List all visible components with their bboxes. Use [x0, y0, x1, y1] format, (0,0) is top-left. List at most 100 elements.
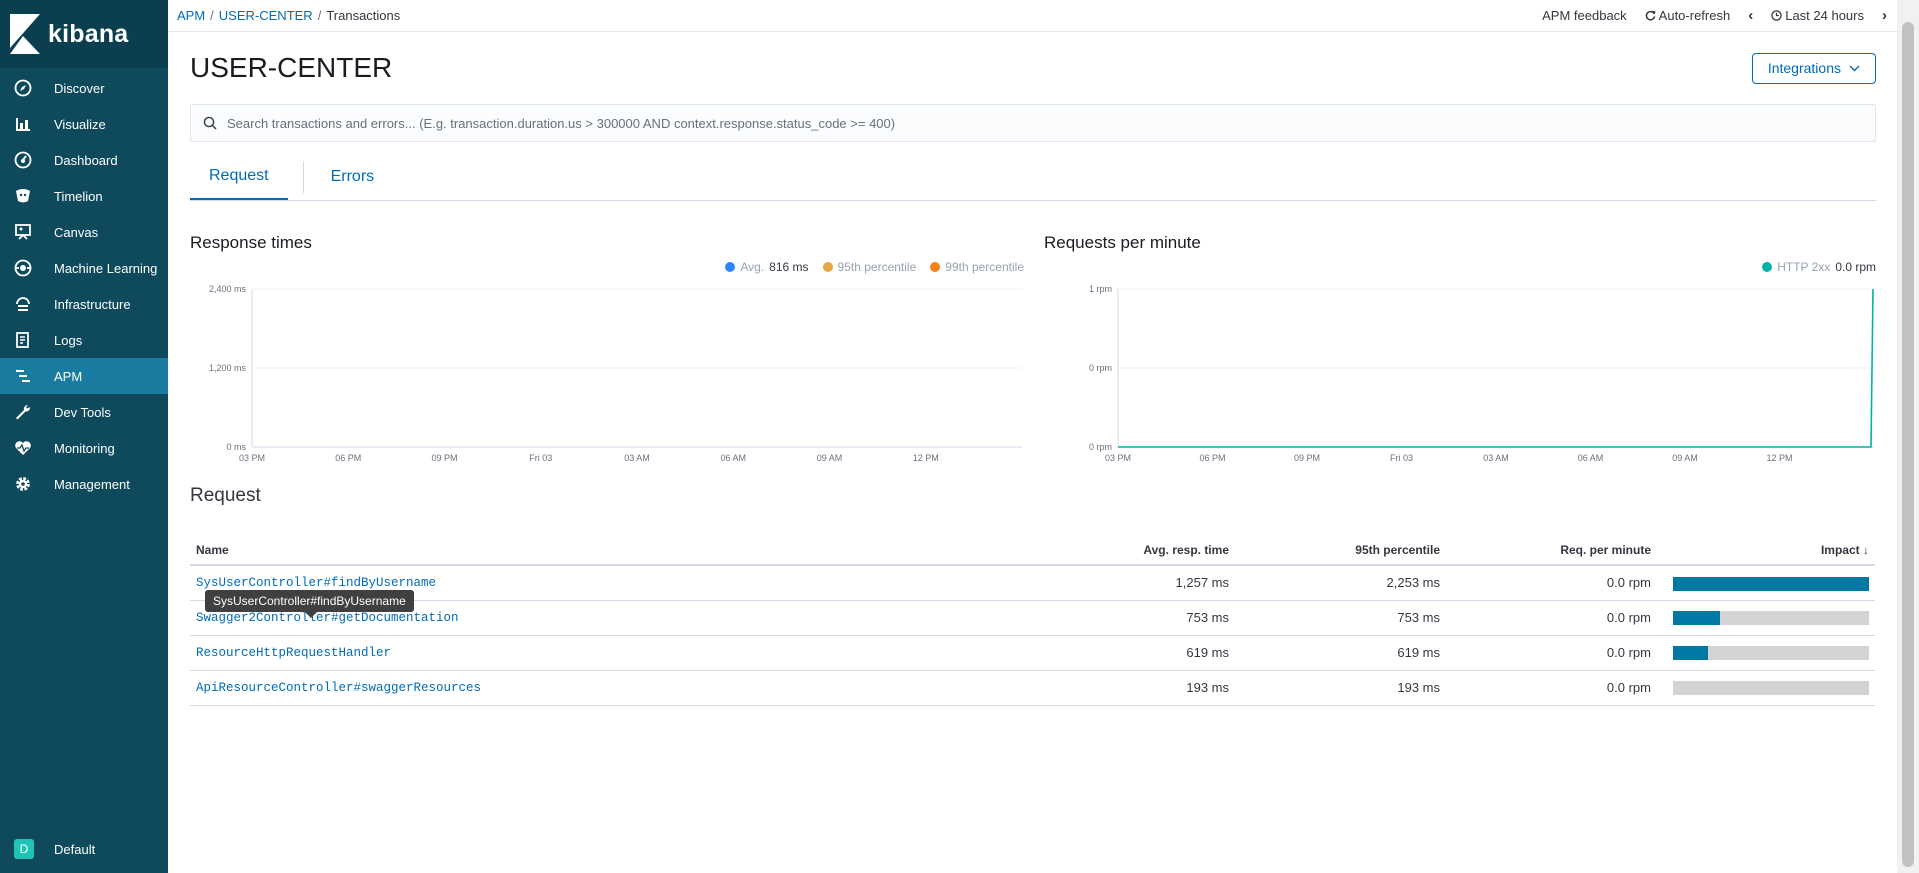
sidebar-item-label: Canvas	[54, 224, 99, 240]
legend-dot	[822, 262, 833, 272]
x-tick-label: 03 PM	[239, 453, 265, 463]
heartbeat-icon	[14, 439, 32, 457]
response-times-plot: 2,400 ms 1,200 ms 0 ms03 PM 06 PM 09 PM Fri 0…	[209, 284, 1022, 463]
sidebar-item-label: Dev Tools	[54, 404, 111, 420]
apm-feedback-link[interactable]: APM feedback	[1542, 8, 1627, 23]
sidebar-item-label: Timelion	[54, 188, 103, 204]
impact-bar	[1673, 646, 1869, 661]
p95-response-time: 2,253 ms	[1235, 565, 1446, 601]
sidebar-item-apm[interactable]: APM	[0, 358, 168, 394]
sidebar-item-dashboard[interactable]: Dashboard	[0, 142, 168, 178]
time-forward-chevron-icon[interactable]: ›	[1882, 7, 1887, 24]
bar-chart-icon	[14, 115, 32, 133]
sidebar-item-dev-tools[interactable]: Dev Tools	[0, 394, 168, 430]
x-tick-label: Fri 03	[529, 453, 552, 463]
integrations-label: Integrations	[1767, 60, 1841, 76]
requests-per-minute-chart: Requests per minute HTTP 2xx 0.0 rpm 1 rp…	[1044, 233, 1876, 465]
sidebar-item-machine-learning[interactable]: Machine Learning	[0, 250, 168, 286]
transaction-name-link[interactable]: ResourceHttpRequestHandler	[190, 635, 1090, 671]
x-tick-label: 03 AM	[624, 453, 650, 463]
compass-icon	[14, 79, 32, 97]
transaction-name-link[interactable]: ApiResourceController#swaggerResources	[190, 670, 1090, 706]
p95-response-time: 619 ms	[1235, 635, 1446, 671]
search-input[interactable]	[227, 115, 1727, 131]
legend-label: 99th percentile	[945, 260, 1024, 274]
impact-cell	[1657, 670, 1875, 706]
x-tick-label: 06 PM	[1199, 453, 1225, 463]
y-tick-label: 1 rpm	[1089, 284, 1112, 294]
auto-refresh-button[interactable]: Auto-refresh	[1645, 8, 1730, 23]
requests-per-minute: 0.0 rpm	[1446, 600, 1657, 636]
space-selector[interactable]: D Default	[14, 839, 95, 859]
sidebar-item-discover[interactable]: Discover	[0, 70, 168, 106]
sidebar-item-management[interactable]: Management	[0, 466, 168, 502]
sidebar-item-logs[interactable]: Logs	[0, 322, 168, 358]
legend-item-avg[interactable]: Avg. 816 ms	[725, 259, 809, 275]
impact-cell	[1657, 635, 1875, 671]
impact-bar	[1673, 611, 1869, 626]
breadcrumb-separator: /	[210, 8, 214, 23]
tab-errors[interactable]: Errors	[319, 153, 394, 200]
sidebar-item-infrastructure[interactable]: Infrastructure	[0, 286, 168, 322]
apm-icon	[14, 367, 32, 385]
x-tick-label: 06 AM	[1578, 453, 1604, 463]
sidebar-item-label: Infrastructure	[54, 296, 131, 312]
legend-item-p95[interactable]: 95th percentile	[822, 259, 917, 275]
space-label: Default	[54, 841, 96, 857]
x-tick-label: 03 AM	[1483, 453, 1509, 463]
integrations-button[interactable]: Integrations	[1751, 52, 1876, 84]
sidebar-item-label: Dashboard	[54, 152, 118, 168]
y-tick-label: 1,200 ms	[209, 363, 247, 373]
table-header-row: Name Avg. resp. time 95th percentile Req…	[190, 535, 1875, 566]
requests-per-minute: 0.0 rpm	[1446, 670, 1657, 706]
tab-request[interactable]: Request	[190, 153, 288, 200]
impact-label: Impact	[1820, 542, 1860, 557]
logs-icon	[14, 331, 32, 349]
table-row: SysUserController#findByUsername 1,257 ms…	[190, 565, 1875, 601]
column-header-impact[interactable]: Impact ↓	[1657, 535, 1875, 566]
avg-response-time: 753 ms	[1090, 600, 1235, 636]
sidebar-item-label: Machine Learning	[54, 260, 158, 276]
chart-legend: Avg. 816 ms 95th percentile 99th percenti…	[190, 259, 1024, 275]
y-tick-label: 0 ms	[226, 442, 246, 452]
x-tick-label: 06 AM	[720, 453, 746, 463]
scrollbar-thumb[interactable]	[1902, 22, 1914, 867]
column-header-name[interactable]: Name	[190, 535, 1090, 566]
time-back-chevron-icon[interactable]: ‹	[1748, 7, 1753, 24]
breadcrumb-apm[interactable]: APM	[177, 8, 205, 23]
x-tick-label: 03 PM	[1105, 453, 1131, 463]
canvas-icon	[14, 223, 32, 241]
breadcrumb: APM / USER-CENTER / Transactions	[177, 8, 400, 23]
chart-legend: HTTP 2xx 0.0 rpm	[1044, 259, 1876, 275]
legend-item-p99[interactable]: 99th percentile	[930, 259, 1024, 275]
avg-response-time: 193 ms	[1090, 670, 1235, 706]
page-scrollbar[interactable]	[1897, 0, 1919, 873]
table-row: ApiResourceController#swaggerResources 19…	[190, 670, 1875, 706]
sidebar-item-timelion[interactable]: Timelion	[0, 178, 168, 214]
legend-item-http2xx[interactable]: HTTP 2xx 0.0 rpm	[1762, 259, 1876, 275]
sidebar-item-canvas[interactable]: Canvas	[0, 214, 168, 250]
column-header-rpm[interactable]: Req. per minute	[1446, 535, 1657, 566]
search-bar	[190, 104, 1876, 142]
kibana-logo[interactable]: kibana	[0, 0, 168, 68]
tab-bar: Request Errors	[190, 153, 1876, 201]
time-picker-button[interactable]: Last 24 hours	[1771, 8, 1864, 23]
sidebar-item-visualize[interactable]: Visualize	[0, 106, 168, 142]
y-tick-label: 2,400 ms	[209, 284, 247, 294]
impact-bar	[1673, 576, 1869, 591]
legend-label: 95th percentile	[837, 260, 917, 274]
impact-cell	[1657, 565, 1875, 601]
column-header-p95[interactable]: 95th percentile	[1235, 535, 1446, 566]
search-icon	[203, 116, 217, 130]
column-header-avg[interactable]: Avg. resp. time	[1090, 535, 1235, 566]
sidebar: kibana Discover Visualize Dashboard Timelio…	[0, 0, 168, 873]
sidebar-item-monitoring[interactable]: Monitoring	[0, 430, 168, 466]
sort-arrow-down-icon: ↓	[1863, 542, 1869, 557]
y-tick-label: 0 rpm	[1089, 363, 1112, 373]
main-content: USER-CENTER Integrations Request Errors …	[190, 32, 1876, 706]
breadcrumb-service[interactable]: USER-CENTER	[219, 8, 313, 23]
chevron-down-icon	[1849, 65, 1860, 71]
x-tick-label: Fri 03	[1390, 453, 1413, 463]
gear-icon	[14, 475, 32, 493]
tab-divider	[302, 161, 304, 193]
